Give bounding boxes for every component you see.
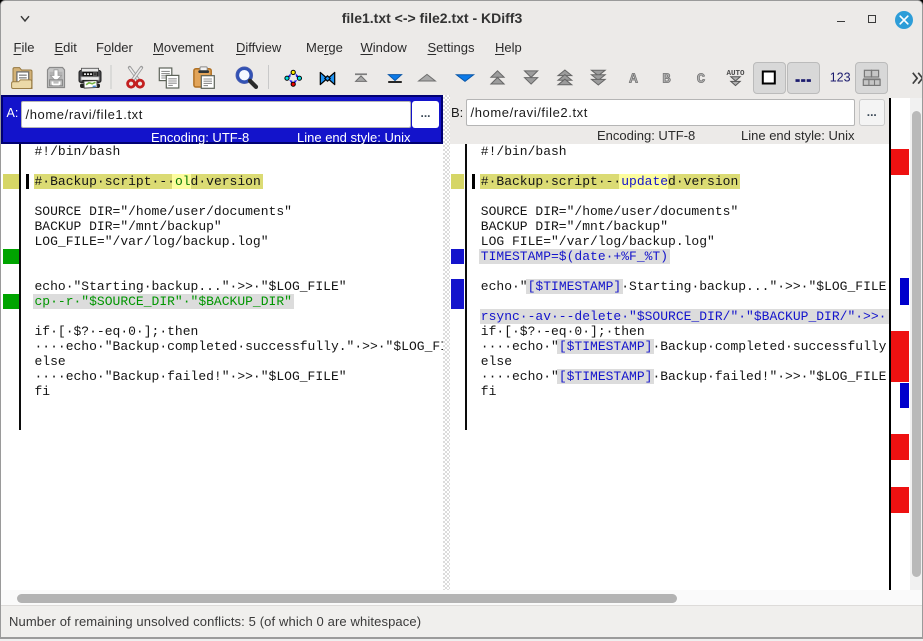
svg-text:B: B	[662, 72, 671, 88]
svg-text:A: A	[629, 72, 638, 88]
svg-text:123: 123	[830, 70, 851, 84]
svg-text:C: C	[697, 72, 706, 88]
